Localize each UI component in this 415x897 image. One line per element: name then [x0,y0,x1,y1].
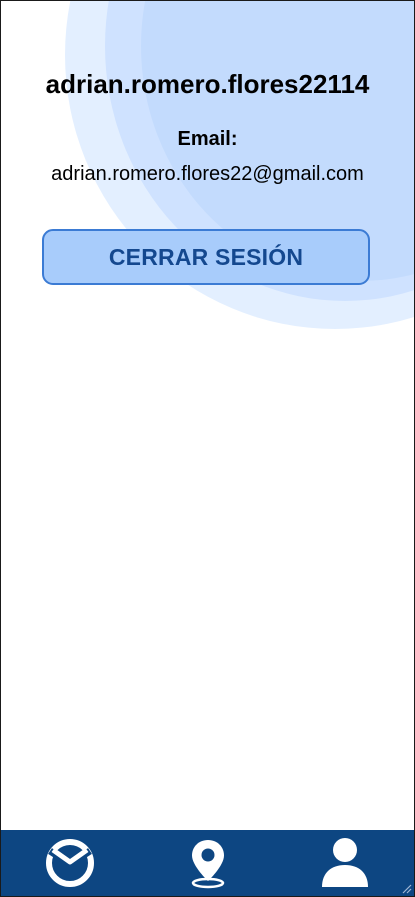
location-pin-icon [191,840,224,889]
resize-grip-icon[interactable] [400,882,412,894]
nav-item-clock[interactable] [1,830,139,896]
bottom-navigation [1,830,414,896]
nav-item-profile[interactable] [276,830,414,896]
nav-item-location[interactable] [139,830,277,896]
email-value: adrian.romero.flores22@gmail.com [51,163,364,185]
user-icon [322,838,369,887]
profile-username: adrian.romero.flores22114 [45,69,370,99]
app-frame: adrian.romero.flores22114 Email: adrian.… [0,0,415,897]
email-label: Email: [177,128,238,150]
clock-icon [45,839,94,887]
logout-button[interactable]: CERRAR SESIÓN [42,229,370,285]
